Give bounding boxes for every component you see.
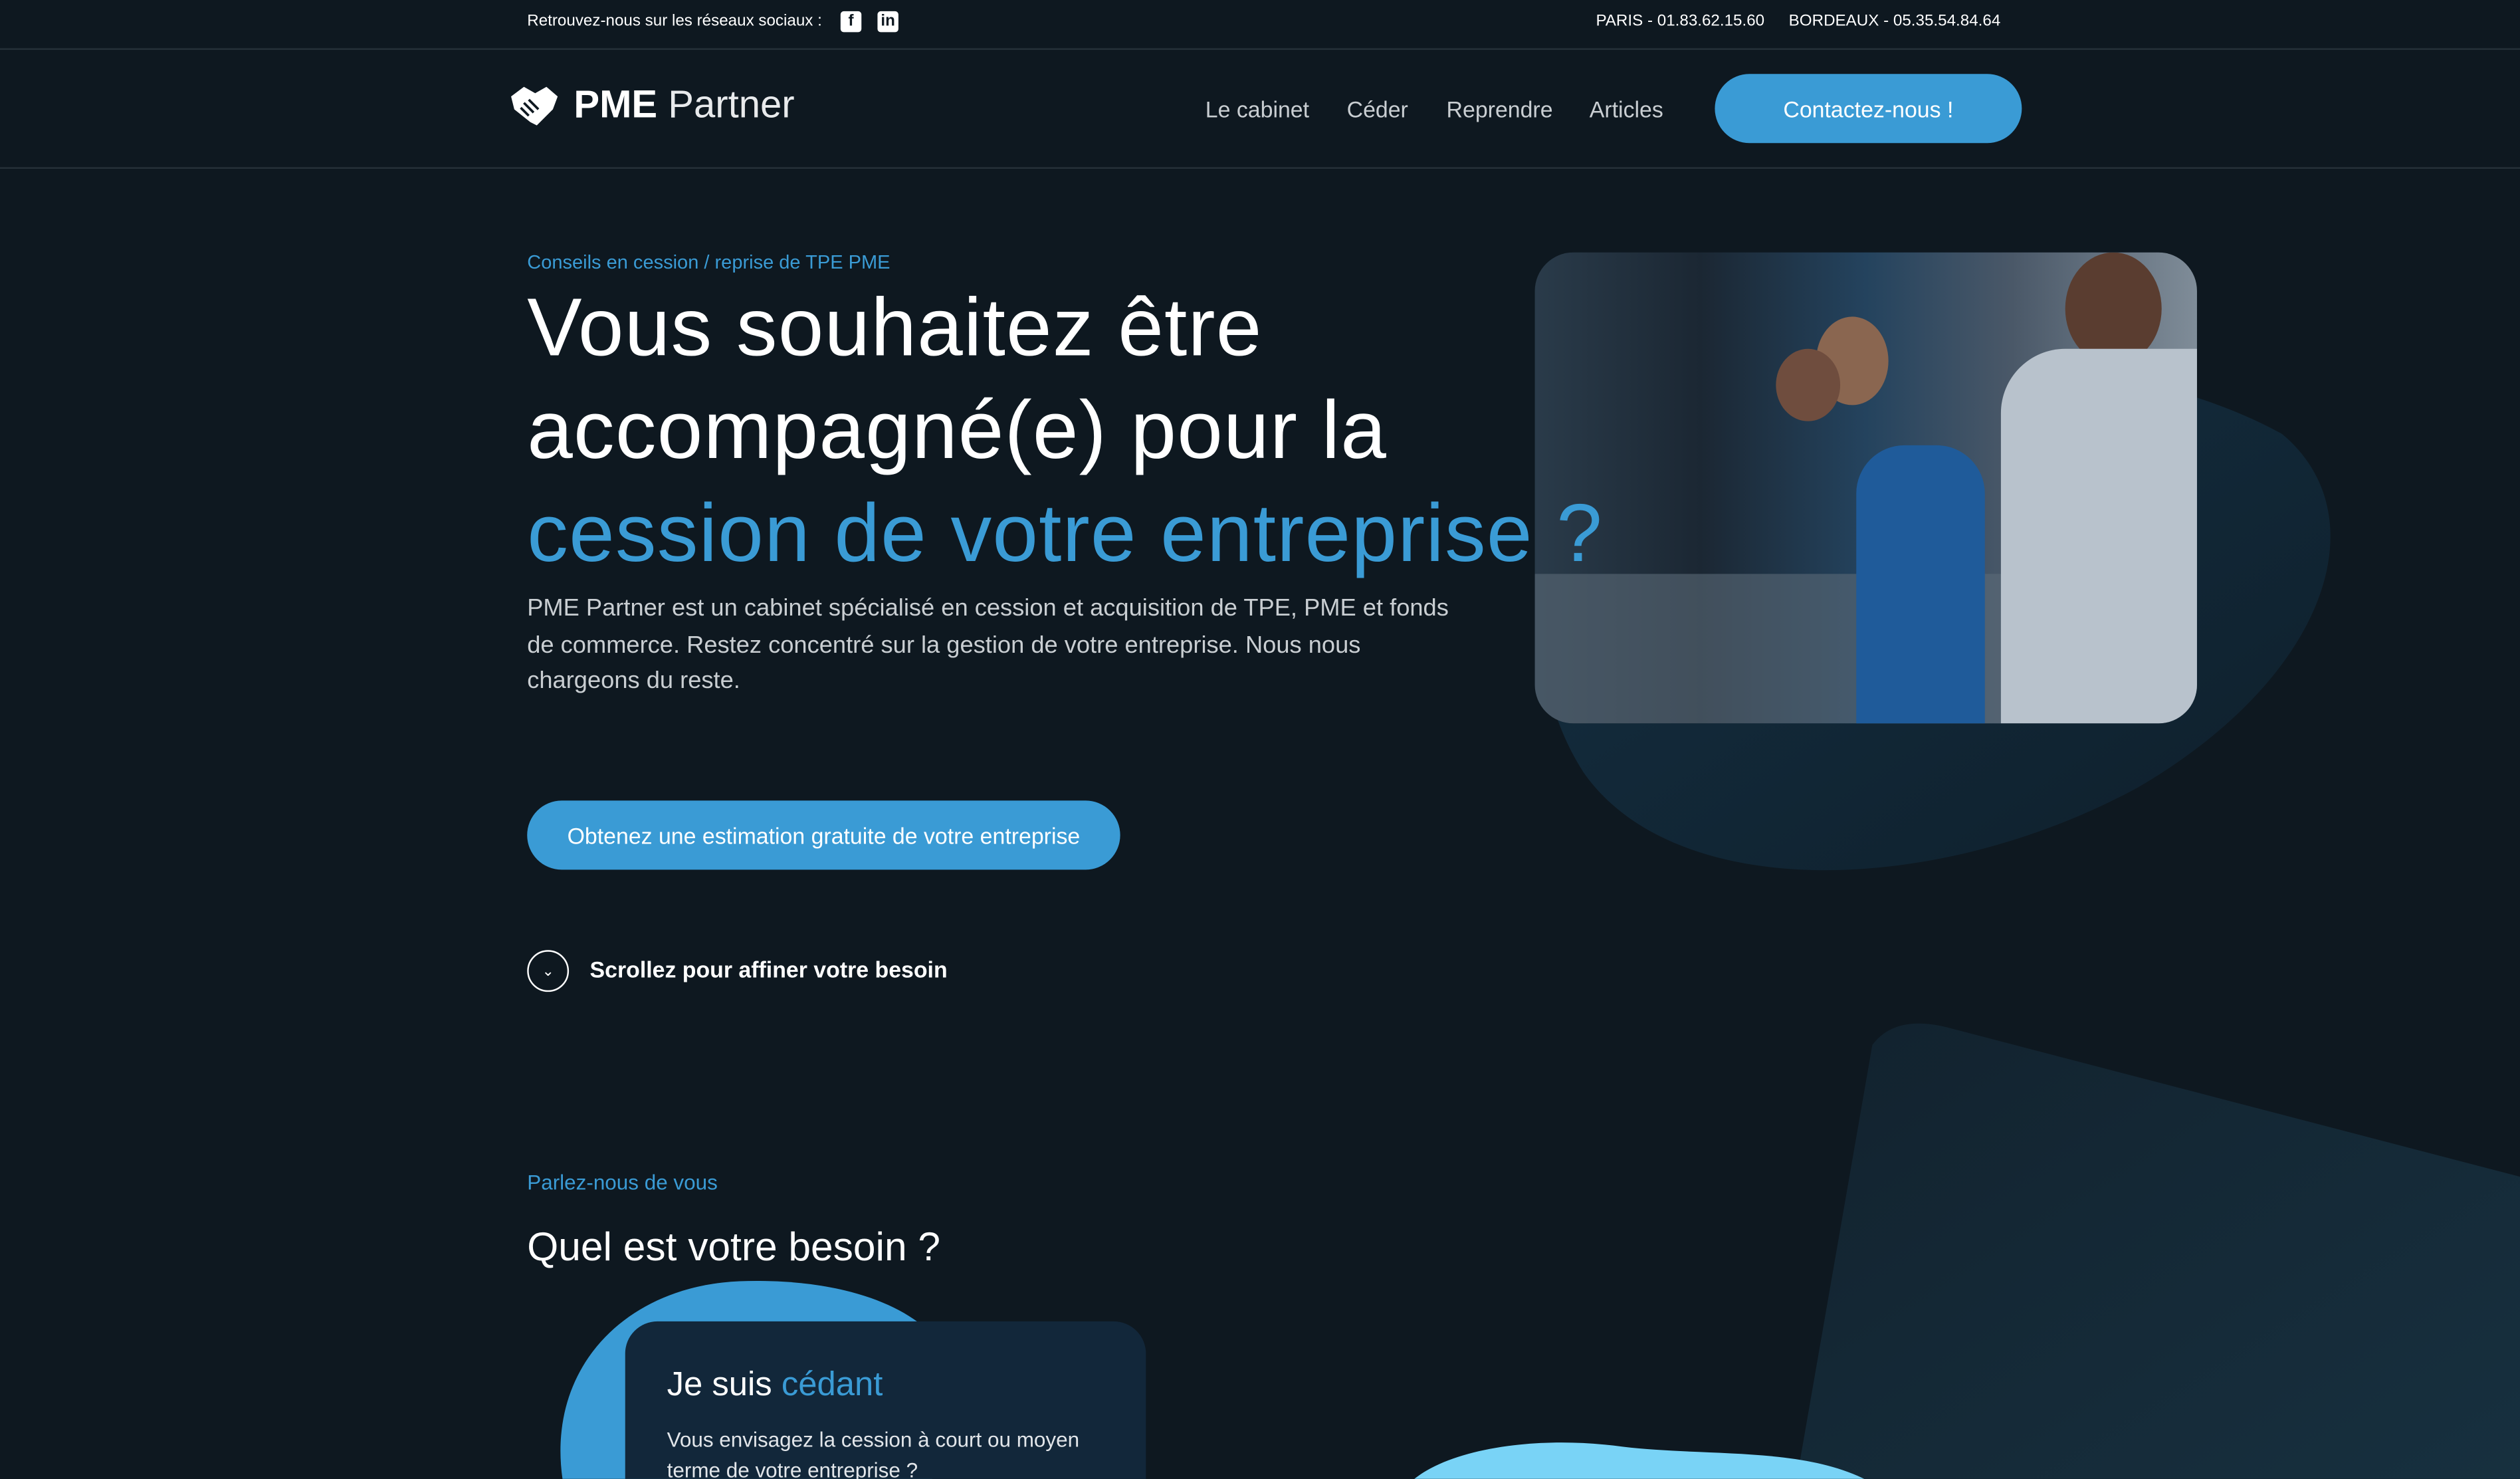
logo-light: Partner — [668, 83, 795, 128]
cedant-card[interactable]: Je suis cédant Vous envisagez la cession… — [625, 1321, 1146, 1479]
light-blob — [1414, 1442, 1865, 1479]
card-title: Je suis cédant — [667, 1367, 883, 1405]
nav-le-cabinet[interactable]: Le cabinet — [1206, 96, 1309, 122]
facebook-icon[interactable]: f — [840, 11, 862, 33]
logo[interactable]: PME Partner — [508, 83, 795, 129]
phone-paris[interactable]: PARIS - 01.83.62.15.60 — [1596, 13, 1764, 31]
card-text: Vous envisagez la cession à court ou moy… — [667, 1427, 1080, 1479]
hero-title: Vous souhaitez être accompagné(e) pour l… — [527, 277, 1603, 585]
logo-bold: PME — [574, 83, 658, 128]
page: Retrouvez-nous sur les réseaux sociaux :… — [0, 0, 2520, 1479]
needs-eyebrow: Parlez-nous de vous — [527, 1170, 718, 1195]
background-shapes — [560, 355, 2520, 1479]
hero-eyebrow: Conseils en cession / reprise de TPE PME — [527, 251, 891, 274]
nav-reprendre[interactable]: Reprendre — [1447, 96, 1553, 122]
linkedin-icon[interactable]: in — [877, 11, 898, 33]
divider — [0, 48, 2520, 50]
scroll-hint[interactable]: Scrollez pour affiner votre besoin — [590, 957, 948, 982]
social-label: Retrouvez-nous sur les réseaux sociaux : — [527, 13, 822, 31]
chevron-down-icon[interactable]: ⌄ — [527, 950, 570, 992]
estimation-button[interactable]: Obtenez une estimation gratuite de votre… — [527, 800, 1120, 870]
hero-title-line2: accompagné(e) pour la — [527, 384, 1388, 476]
phone-bordeaux[interactable]: BORDEAUX - 05.35.54.84.64 — [1789, 13, 2001, 31]
contact-button[interactable]: Contactez-nous ! — [1715, 74, 2022, 144]
card-title-highlight: cédant — [781, 1366, 883, 1404]
hero-title-line1: Vous souhaitez être — [527, 281, 1263, 374]
right-shape — [1796, 1023, 2520, 1479]
needs-title: Quel est votre besoin ? — [527, 1224, 940, 1270]
handshake-icon — [511, 86, 558, 126]
hero-image — [1534, 252, 2197, 724]
divider — [0, 167, 2520, 169]
hero-description: PME Partner est un cabinet spécialisé en… — [527, 594, 1449, 695]
card-title-prefix: Je suis — [667, 1366, 772, 1404]
nav-ceder[interactable]: Céder — [1347, 96, 1408, 122]
nav-articles[interactable]: Articles — [1590, 96, 1663, 122]
hero-title-highlight: cession de votre entreprise ? — [527, 487, 1604, 579]
